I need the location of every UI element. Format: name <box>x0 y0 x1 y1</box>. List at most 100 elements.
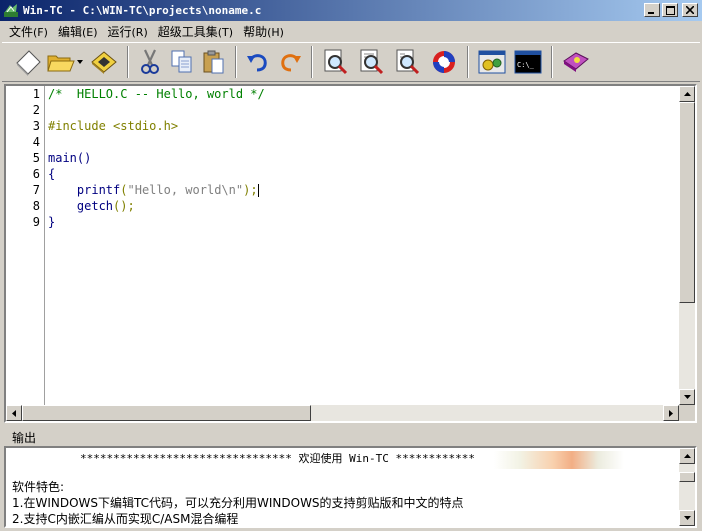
line-number: 8 <box>32 199 40 213</box>
menu-bar: 文件(F) 编辑(E) 运行(R) 超级工具集(T) 帮助(H) <box>0 21 702 41</box>
maximize-icon <box>665 5 675 15</box>
output-panel-label: 输出 <box>12 431 37 445</box>
minimize-icon <box>648 11 654 14</box>
toolbar: C:\_ <box>2 42 700 82</box>
help-book-icon <box>563 52 589 72</box>
arrow-up-icon <box>683 92 691 96</box>
code-line: { <box>48 167 56 181</box>
scroll-down-button[interactable] <box>679 389 695 405</box>
console-icon: C:\_ <box>514 50 542 74</box>
scroll-up-button[interactable] <box>679 448 695 464</box>
find-next-icon <box>360 49 384 75</box>
line-number: 4 <box>32 135 40 149</box>
line-number-gutter: 1 2 3 4 5 6 7 8 9 <box>6 86 45 405</box>
code-line: /* HELLO.C -- Hello, world */ <box>48 87 265 101</box>
redo-button[interactable] <box>274 44 306 80</box>
refresh-button[interactable] <box>426 44 462 80</box>
code-line: #include <stdio.h> <box>48 119 179 133</box>
toolbar-separator <box>311 46 313 78</box>
scroll-thumb[interactable] <box>679 472 695 482</box>
replace-button[interactable] <box>390 44 426 80</box>
find-next-button[interactable] <box>354 44 390 80</box>
find-button[interactable] <box>318 44 354 80</box>
maximize-button[interactable] <box>662 3 678 17</box>
paste-icon <box>203 50 224 74</box>
text-cursor <box>257 184 259 197</box>
window-title: Win-TC - C:\WIN-TC\projects\noname.c <box>23 4 262 17</box>
save-button[interactable] <box>86 44 122 80</box>
minimize-button[interactable] <box>644 3 660 17</box>
arrow-down-icon <box>683 516 691 520</box>
app-icon <box>4 3 18 17</box>
line-number: 2 <box>32 103 40 117</box>
code-line: main() <box>48 151 92 165</box>
output-vertical-scrollbar[interactable] <box>679 448 695 526</box>
toolbar-separator <box>127 46 129 78</box>
scroll-left-button[interactable] <box>6 405 22 421</box>
chevron-down-icon <box>77 60 83 64</box>
editor-horizontal-scrollbar[interactable] <box>6 405 679 421</box>
redo-icon <box>281 54 301 72</box>
replace-icon <box>396 49 420 75</box>
output-line: 软件特色: <box>12 480 65 494</box>
menu-edit[interactable]: 编辑(E) <box>53 23 103 40</box>
find-icon <box>324 49 348 75</box>
new-file-icon <box>16 50 41 76</box>
code-line: getch(); <box>76 199 135 213</box>
code-line: } <box>48 215 56 229</box>
compile-run-button[interactable] <box>474 44 510 80</box>
menu-run[interactable]: 运行(R) <box>103 23 153 40</box>
obscured-region <box>494 451 624 469</box>
scroll-up-button[interactable] <box>679 86 695 102</box>
open-folder-icon <box>47 55 75 72</box>
close-button[interactable] <box>682 3 698 17</box>
code-text-area[interactable]: /* HELLO.C -- Hello, world */ #include <… <box>46 86 679 405</box>
line-number: 6 <box>32 167 40 181</box>
output-line: 1.在WINDOWS下编辑TC代码，可以充分利用WINDOWS的支持剪贴版和中文… <box>12 496 464 510</box>
arrow-down-icon <box>683 395 691 399</box>
output-banner: ******************************** 欢迎使用 Wi… <box>80 452 475 465</box>
undo-icon <box>247 54 267 72</box>
svg-text:C:\_: C:\_ <box>517 61 535 69</box>
scroll-thumb[interactable] <box>679 102 695 303</box>
arrow-right-icon <box>669 409 673 417</box>
code-editor[interactable]: 1 2 3 4 5 6 7 8 9 /* HELLO.C -- Hello, w… <box>4 84 697 423</box>
close-icon <box>686 6 694 14</box>
line-number: 7 <box>32 183 40 197</box>
help-button[interactable] <box>558 44 594 80</box>
menu-help[interactable]: 帮助(H) <box>238 23 289 40</box>
toolbar-separator <box>235 46 237 78</box>
copy-icon <box>171 50 192 73</box>
scroll-down-button[interactable] <box>679 510 695 526</box>
code-line: printf("Hello, world\n"); <box>76 183 259 197</box>
open-button[interactable] <box>46 44 76 80</box>
arrow-left-icon <box>12 409 16 417</box>
scrollbar-corner <box>679 405 695 421</box>
output-panel[interactable]: ******************************** 欢迎使用 Wi… <box>4 446 697 528</box>
arrow-up-icon <box>683 454 691 458</box>
copy-button[interactable] <box>166 44 198 80</box>
console-button[interactable]: C:\_ <box>510 44 546 80</box>
menu-file[interactable]: 文件(F) <box>4 23 53 40</box>
cut-button[interactable] <box>134 44 166 80</box>
line-number: 3 <box>32 119 40 133</box>
output-line: 2.支持C内嵌汇编从而实现C/ASM混合编程 <box>12 512 239 526</box>
cut-icon <box>141 49 159 74</box>
toolbar-separator <box>467 46 469 78</box>
save-icon <box>91 51 117 74</box>
line-number: 1 <box>32 87 40 101</box>
toolbar-separator <box>551 46 553 78</box>
menu-tools[interactable]: 超级工具集(T) <box>153 23 238 40</box>
undo-button[interactable] <box>242 44 274 80</box>
paste-button[interactable] <box>198 44 230 80</box>
refresh-icon <box>433 51 455 73</box>
scroll-right-button[interactable] <box>663 405 679 421</box>
scroll-thumb[interactable] <box>22 405 311 421</box>
line-number: 9 <box>32 215 40 229</box>
editor-vertical-scrollbar[interactable] <box>679 86 695 405</box>
title-bar[interactable]: Win-TC - C:\WIN-TC\projects\noname.c <box>0 0 702 21</box>
new-file-button[interactable] <box>10 44 46 80</box>
compile-run-icon <box>478 50 506 74</box>
open-dropdown-button[interactable] <box>76 44 84 80</box>
line-number: 5 <box>32 151 40 165</box>
